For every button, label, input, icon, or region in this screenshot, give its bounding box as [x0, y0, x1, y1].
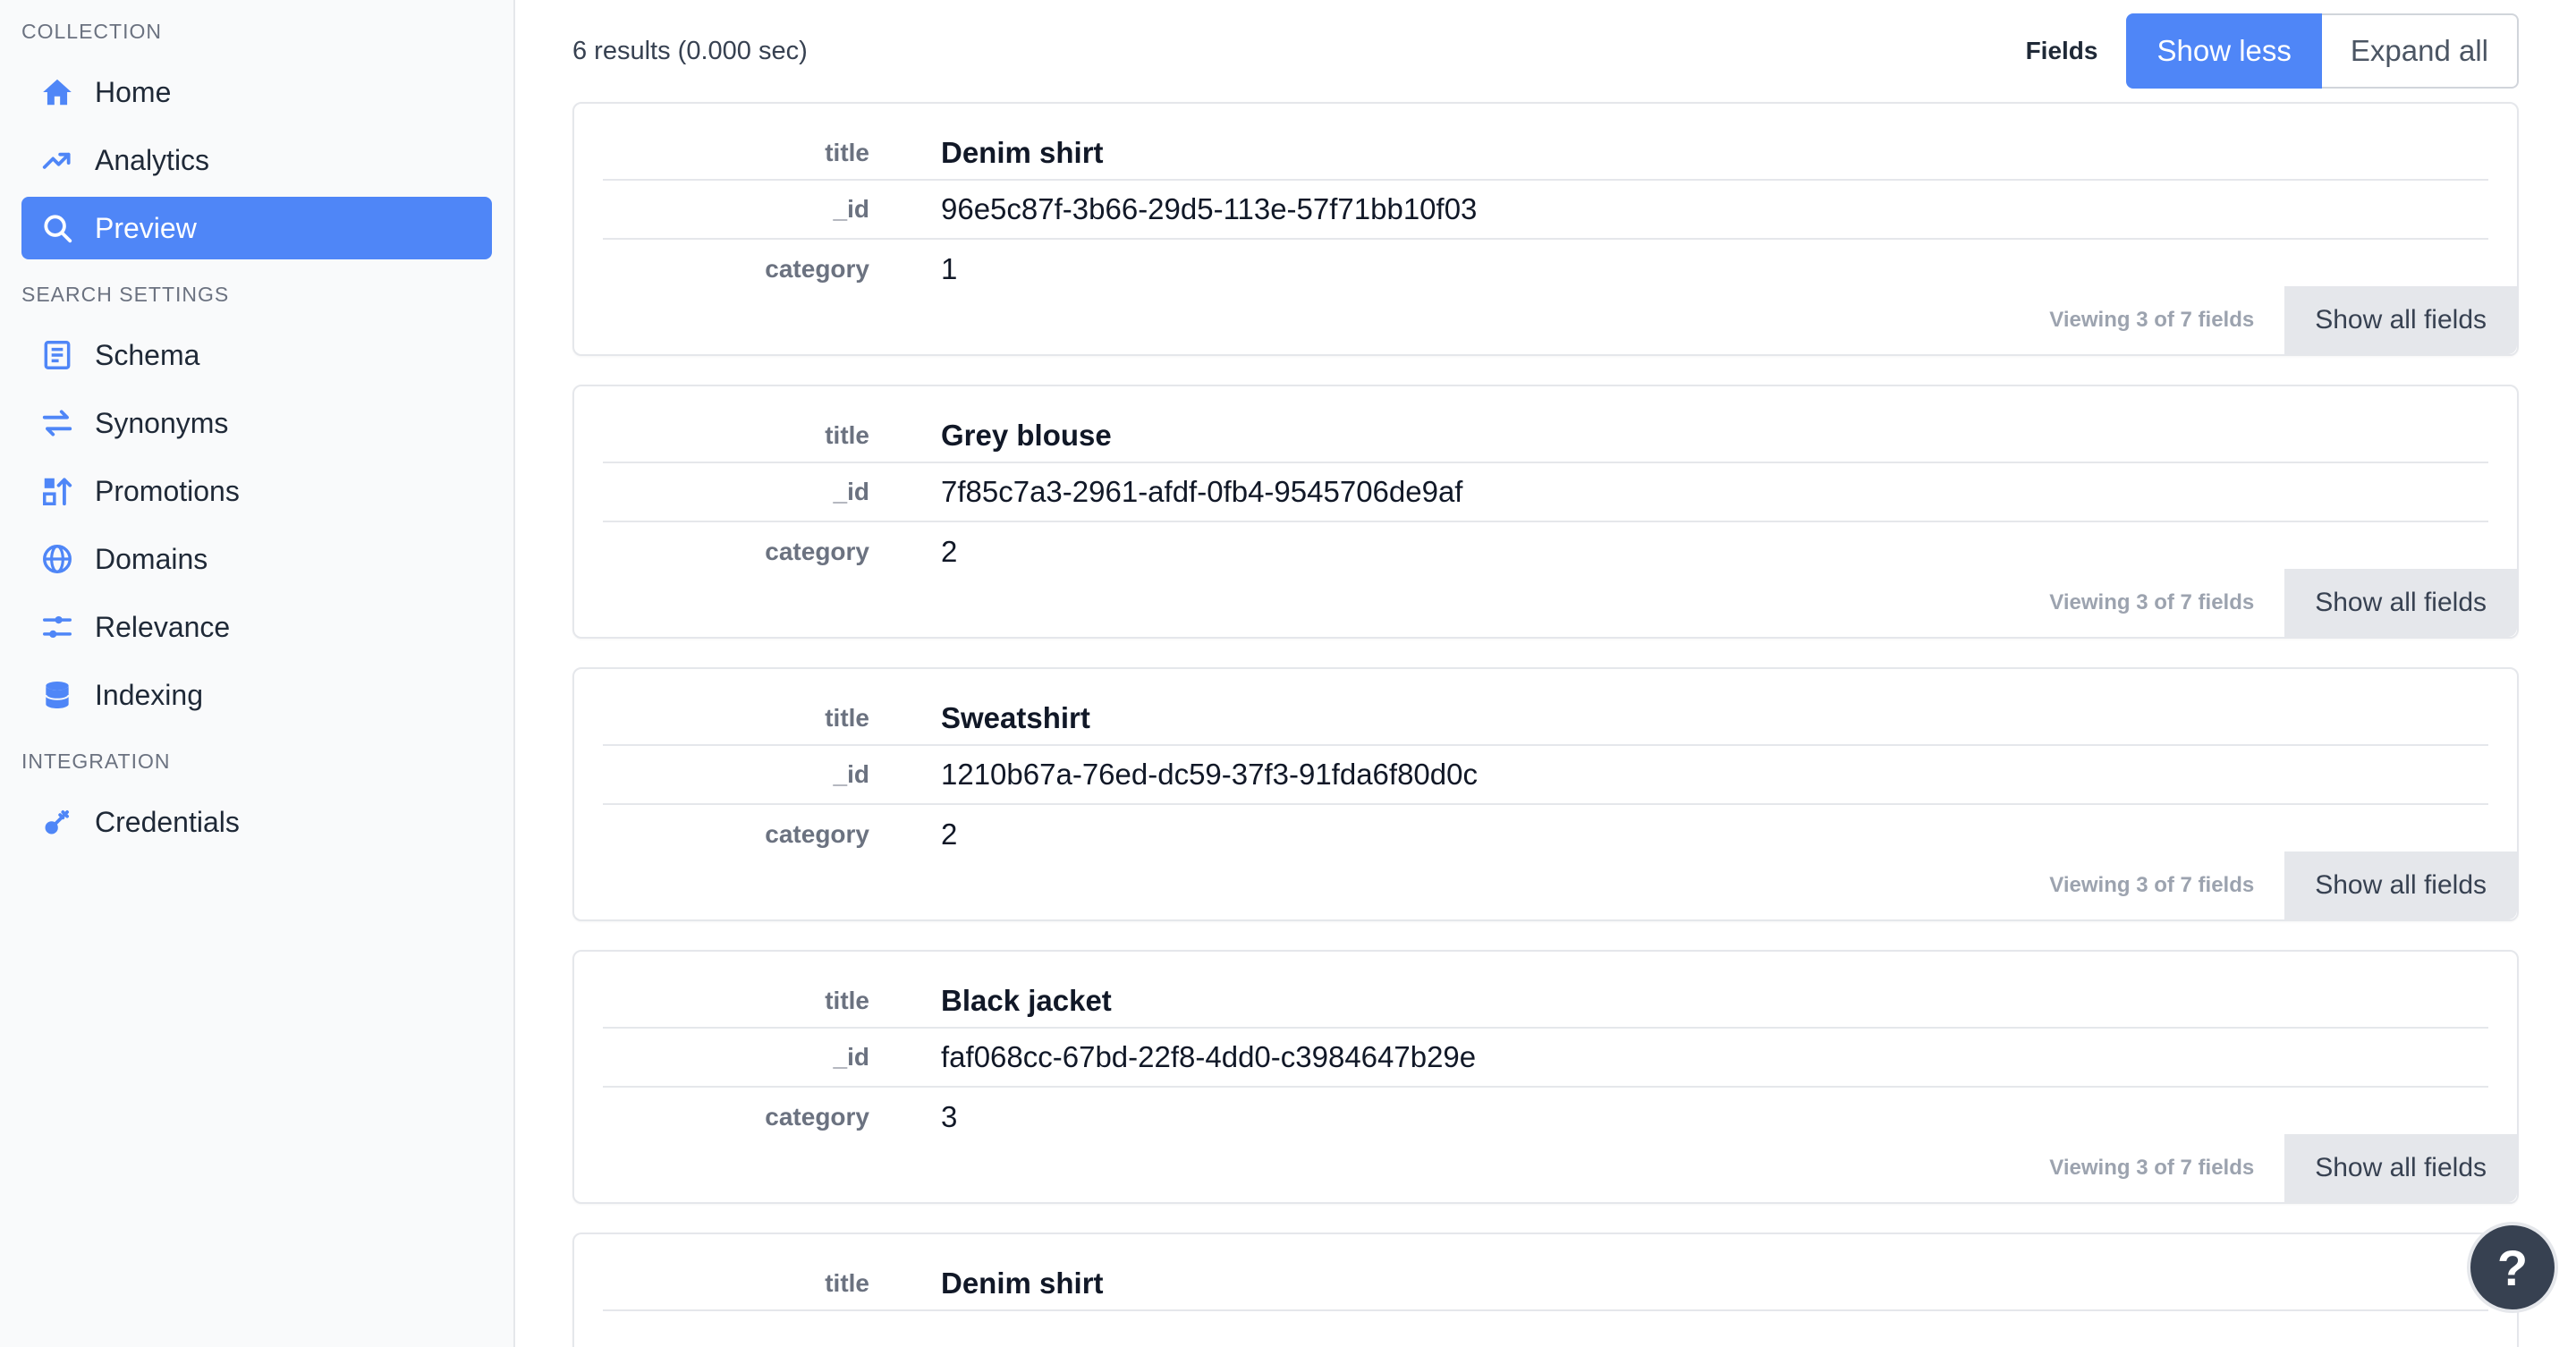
- result-card: title Sweatshirt _id 1210b67a-76ed-dc59-…: [572, 667, 2519, 921]
- sidebar-item-label: Relevance: [95, 610, 231, 643]
- field-key: _id: [833, 760, 869, 788]
- sidebar-item-analytics[interactable]: Analytics: [21, 129, 492, 191]
- results-toolbar: 6 results (0.000 sec) Fields Show less E…: [572, 0, 2519, 102]
- result-card: title Denim shirt: [572, 1233, 2519, 1347]
- sidebar-item-label: Promotions: [95, 474, 240, 507]
- key-icon: [39, 804, 75, 840]
- result-card: title Grey blouse _id 7f85c7a3-2961-afdf…: [572, 385, 2519, 639]
- sidebar: COLLECTION Home Analytics Preview SEARCH…: [0, 0, 515, 1347]
- field-key: _id: [833, 1043, 869, 1071]
- database-icon: [39, 677, 75, 713]
- sidebar-item-label: Preview: [95, 211, 197, 244]
- sidebar-item-indexing[interactable]: Indexing: [21, 664, 492, 726]
- synonyms-icon: [39, 405, 75, 441]
- search-icon: [39, 210, 75, 246]
- sliders-icon: [39, 609, 75, 645]
- expand-all-button[interactable]: Expand all: [2321, 13, 2519, 89]
- field-row-title: title Denim shirt: [603, 127, 2488, 181]
- field-key: title: [825, 987, 869, 1014]
- promotions-icon: [39, 473, 75, 509]
- field-row-title: title Sweatshirt: [603, 692, 2488, 746]
- sidebar-item-preview[interactable]: Preview: [21, 197, 492, 259]
- sidebar-item-label: Indexing: [95, 678, 203, 711]
- fields-label: Fields: [2025, 37, 2098, 64]
- viewing-fields-count: Viewing 3 of 7 fields: [2049, 1156, 2255, 1180]
- result-id: 7f85c7a3-2961-afdf-0fb4-9545706de9af: [941, 475, 1463, 508]
- result-title: Black jacket: [941, 984, 1112, 1017]
- field-row-id: _id 1210b67a-76ed-dc59-37f3-91fda6f80d0c: [603, 746, 2488, 805]
- field-row-id: _id 96e5c87f-3b66-29d5-113e-57f71bb10f03: [603, 181, 2488, 240]
- field-key: category: [765, 538, 869, 565]
- field-key: title: [825, 421, 869, 449]
- result-title: Grey blouse: [941, 419, 1112, 452]
- field-key: title: [825, 1269, 869, 1297]
- field-key: category: [765, 255, 869, 283]
- results-count: 6 results (0.000 sec): [572, 36, 808, 65]
- viewing-fields-count: Viewing 3 of 7 fields: [2049, 308, 2255, 332]
- analytics-icon: [39, 142, 75, 178]
- viewing-fields-count: Viewing 3 of 7 fields: [2049, 873, 2255, 897]
- card-footer: Viewing 3 of 7 fields Show all fields: [2049, 569, 2517, 637]
- result-category: 1: [941, 252, 958, 285]
- result-category: 2: [941, 818, 958, 851]
- result-title: Sweatshirt: [941, 701, 1090, 734]
- field-controls: Fields Show less Expand all: [2026, 13, 2519, 89]
- result-card: title Black jacket _id faf068cc-67bd-22f…: [572, 950, 2519, 1204]
- sidebar-item-label: Synonyms: [95, 406, 229, 439]
- show-all-fields-button[interactable]: Show all fields: [2284, 286, 2517, 354]
- fields-toggle-group: Show less Expand all: [2126, 13, 2519, 89]
- result-card: title Denim shirt _id 96e5c87f-3b66-29d5…: [572, 102, 2519, 356]
- section-title-integration: INTEGRATION: [21, 750, 171, 773]
- field-row-title: title Grey blouse: [603, 410, 2488, 463]
- result-title: Denim shirt: [941, 136, 1104, 169]
- home-icon: [39, 74, 75, 110]
- result-title: Denim shirt: [941, 1267, 1104, 1300]
- help-button[interactable]: ?: [2467, 1222, 2558, 1313]
- result-category: 3: [941, 1100, 958, 1133]
- sidebar-item-label: Analytics: [95, 143, 210, 176]
- card-footer: Viewing 3 of 7 fields Show all fields: [2049, 286, 2517, 354]
- sidebar-item-label: Domains: [95, 542, 208, 575]
- sidebar-item-promotions[interactable]: Promotions: [21, 460, 492, 522]
- section-title-search-settings: SEARCH SETTINGS: [21, 283, 230, 306]
- field-row-id: _id 7f85c7a3-2961-afdf-0fb4-9545706de9af: [603, 463, 2488, 522]
- section-title-collection: COLLECTION: [21, 20, 162, 43]
- sidebar-item-credentials[interactable]: Credentials: [21, 791, 492, 853]
- sidebar-item-relevance[interactable]: Relevance: [21, 596, 492, 658]
- show-less-button[interactable]: Show less: [2126, 13, 2322, 89]
- sidebar-item-domains[interactable]: Domains: [21, 528, 492, 590]
- show-all-fields-button[interactable]: Show all fields: [2284, 569, 2517, 637]
- sidebar-item-synonyms[interactable]: Synonyms: [21, 392, 492, 454]
- results-panel: 6 results (0.000 sec) Fields Show less E…: [515, 0, 2576, 1347]
- result-id: 1210b67a-76ed-dc59-37f3-91fda6f80d0c: [941, 758, 1478, 791]
- sidebar-item-label: Credentials: [95, 805, 240, 838]
- field-key: category: [765, 820, 869, 848]
- field-key: _id: [833, 195, 869, 223]
- sidebar-item-schema[interactable]: Schema: [21, 324, 492, 386]
- card-footer: Viewing 3 of 7 fields Show all fields: [2049, 1134, 2517, 1202]
- result-id: 96e5c87f-3b66-29d5-113e-57f71bb10f03: [941, 192, 1478, 225]
- field-row-id: _id faf068cc-67bd-22f8-4dd0-c3984647b29e: [603, 1029, 2488, 1088]
- result-id: faf068cc-67bd-22f8-4dd0-c3984647b29e: [941, 1040, 1477, 1073]
- show-all-fields-button[interactable]: Show all fields: [2284, 1134, 2517, 1202]
- card-footer: Viewing 3 of 7 fields Show all fields: [2049, 851, 2517, 919]
- field-row-title: title Denim shirt: [603, 1258, 2488, 1311]
- globe-icon: [39, 541, 75, 577]
- viewing-fields-count: Viewing 3 of 7 fields: [2049, 590, 2255, 614]
- sidebar-item-home[interactable]: Home: [21, 61, 492, 123]
- field-key: _id: [833, 478, 869, 505]
- field-key: title: [825, 139, 869, 166]
- result-category: 2: [941, 535, 958, 568]
- sidebar-item-label: Home: [95, 75, 172, 108]
- show-all-fields-button[interactable]: Show all fields: [2284, 851, 2517, 919]
- schema-icon: [39, 337, 75, 373]
- field-row-title: title Black jacket: [603, 975, 2488, 1029]
- field-key: title: [825, 704, 869, 732]
- sidebar-item-label: Schema: [95, 338, 200, 371]
- field-key: category: [765, 1103, 869, 1131]
